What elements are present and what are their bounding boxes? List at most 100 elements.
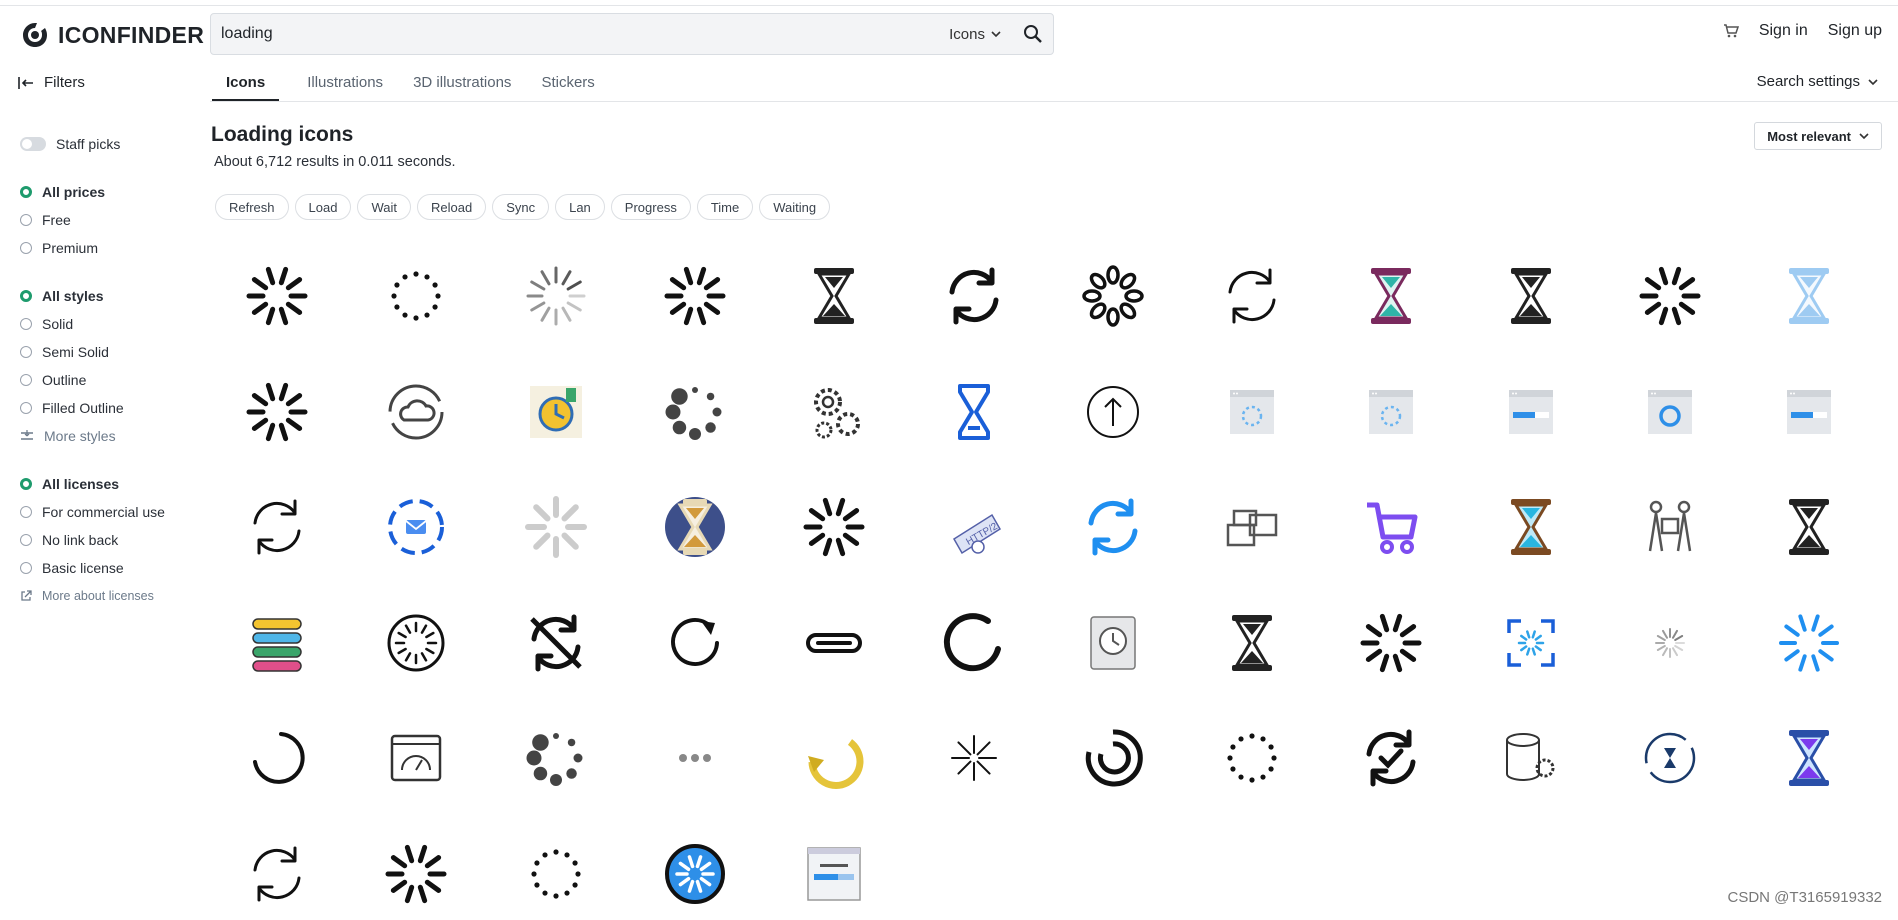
radio-selected[interactable]	[20, 186, 32, 198]
search-button[interactable]	[1013, 15, 1053, 53]
search-type-select[interactable]: Icons	[937, 26, 1013, 43]
tag-chip[interactable]: Reload	[416, 194, 487, 220]
icon-result[interactable]	[215, 250, 339, 342]
icon-result[interactable]	[772, 366, 896, 458]
radio[interactable]	[20, 318, 32, 330]
tab-illustrations[interactable]: Illustrations	[305, 70, 385, 102]
icon-result[interactable]	[772, 828, 896, 920]
radio[interactable]	[20, 534, 32, 546]
icon-result[interactable]	[494, 366, 618, 458]
icon-result[interactable]	[912, 250, 1036, 342]
icon-result[interactable]	[1608, 712, 1732, 804]
tag-chip[interactable]: Progress	[610, 194, 691, 220]
search-settings-button[interactable]: Search settings	[1757, 73, 1878, 90]
icon-result[interactable]	[912, 712, 1036, 804]
icon-result[interactable]	[1051, 366, 1175, 458]
icon-result[interactable]	[1469, 481, 1593, 573]
icon-result[interactable]	[354, 828, 478, 920]
style-option-solid[interactable]: Solid	[20, 310, 190, 338]
icon-result[interactable]	[1469, 712, 1593, 804]
icon-result[interactable]	[1329, 712, 1453, 804]
more-licenses-link[interactable]: More about licenses	[20, 582, 190, 610]
radio[interactable]	[20, 242, 32, 254]
price-option-free[interactable]: Free	[20, 206, 190, 234]
icon-result[interactable]	[633, 828, 757, 920]
icon-result[interactable]	[215, 712, 339, 804]
icon-result[interactable]	[1329, 481, 1453, 573]
icon-result[interactable]	[1747, 712, 1871, 804]
icon-result[interactable]	[1190, 712, 1314, 804]
icon-result[interactable]	[1608, 481, 1732, 573]
style-option-outline[interactable]: Outline	[20, 366, 190, 394]
search-input[interactable]	[211, 15, 938, 53]
icon-result[interactable]	[354, 250, 478, 342]
radio-selected[interactable]	[20, 290, 32, 302]
icon-result[interactable]	[633, 597, 757, 689]
sign-up-link[interactable]: Sign up	[1828, 22, 1882, 40]
icon-result[interactable]	[1608, 250, 1732, 342]
icon-result[interactable]	[1329, 597, 1453, 689]
icon-result[interactable]	[354, 712, 478, 804]
tag-chip[interactable]: Sync	[492, 194, 550, 220]
icon-result[interactable]	[912, 597, 1036, 689]
tag-chip[interactable]: Time	[696, 194, 754, 220]
icon-result[interactable]: HTTP/2	[912, 481, 1036, 573]
sort-select[interactable]: Most relevant	[1754, 122, 1882, 150]
tag-chip[interactable]: Lan	[555, 194, 605, 220]
icon-result[interactable]	[633, 250, 757, 342]
license-option-commercial[interactable]: For commercial use	[20, 498, 190, 526]
icon-result[interactable]	[215, 597, 339, 689]
icon-result[interactable]	[1329, 366, 1453, 458]
tag-chip[interactable]: Load	[294, 194, 352, 220]
icon-result[interactable]	[494, 597, 618, 689]
icon-result[interactable]	[772, 250, 896, 342]
icon-result[interactable]	[1747, 366, 1871, 458]
tag-chip[interactable]: Waiting	[759, 194, 831, 220]
icon-result[interactable]	[494, 250, 618, 342]
icon-result[interactable]	[1051, 250, 1175, 342]
tab-stickers[interactable]: Stickers	[539, 70, 596, 102]
icon-result[interactable]	[772, 481, 896, 573]
icon-result[interactable]	[494, 481, 618, 573]
icon-result[interactable]	[1190, 366, 1314, 458]
icon-result[interactable]	[633, 481, 757, 573]
icon-result[interactable]	[215, 481, 339, 573]
icon-result[interactable]	[1190, 481, 1314, 573]
tag-chip[interactable]: Refresh	[215, 194, 289, 220]
tab-3d-illustrations[interactable]: 3D illustrations	[411, 70, 513, 102]
license-option-all[interactable]: All licenses	[20, 470, 190, 498]
icon-result[interactable]	[215, 828, 339, 920]
radio[interactable]	[20, 402, 32, 414]
toggle-switch[interactable]	[20, 137, 46, 151]
icon-result[interactable]	[772, 712, 896, 804]
tag-chip[interactable]: Wait	[357, 194, 411, 220]
icon-result[interactable]	[1051, 481, 1175, 573]
icon-result[interactable]	[633, 712, 757, 804]
icon-result[interactable]	[1747, 597, 1871, 689]
icon-result[interactable]	[1051, 597, 1175, 689]
radio[interactable]	[20, 346, 32, 358]
icon-result[interactable]	[354, 481, 478, 573]
tab-icons[interactable]: Icons	[212, 70, 280, 102]
icon-result[interactable]	[1469, 366, 1593, 458]
icon-result[interactable]	[1469, 250, 1593, 342]
logo[interactable]: ICONFINDER	[20, 20, 204, 50]
style-option-filled-outline[interactable]: Filled Outline	[20, 394, 190, 422]
style-option-semi-solid[interactable]: Semi Solid	[20, 338, 190, 366]
icon-result[interactable]	[1469, 597, 1593, 689]
staff-picks-toggle[interactable]: Staff picks	[20, 130, 190, 158]
icon-result[interactable]	[1051, 712, 1175, 804]
radio[interactable]	[20, 562, 32, 574]
sign-in-link[interactable]: Sign in	[1759, 22, 1808, 40]
more-styles-link[interactable]: More styles	[20, 422, 190, 450]
icon-result[interactable]	[494, 828, 618, 920]
filters-button[interactable]: Filters	[18, 74, 85, 91]
icon-result[interactable]	[354, 366, 478, 458]
icon-result[interactable]	[1608, 597, 1732, 689]
icon-result[interactable]	[1329, 250, 1453, 342]
license-option-no-link-back[interactable]: No link back	[20, 526, 190, 554]
icon-result[interactable]	[772, 597, 896, 689]
icon-result[interactable]	[1190, 250, 1314, 342]
icon-result[interactable]	[633, 366, 757, 458]
radio[interactable]	[20, 214, 32, 226]
